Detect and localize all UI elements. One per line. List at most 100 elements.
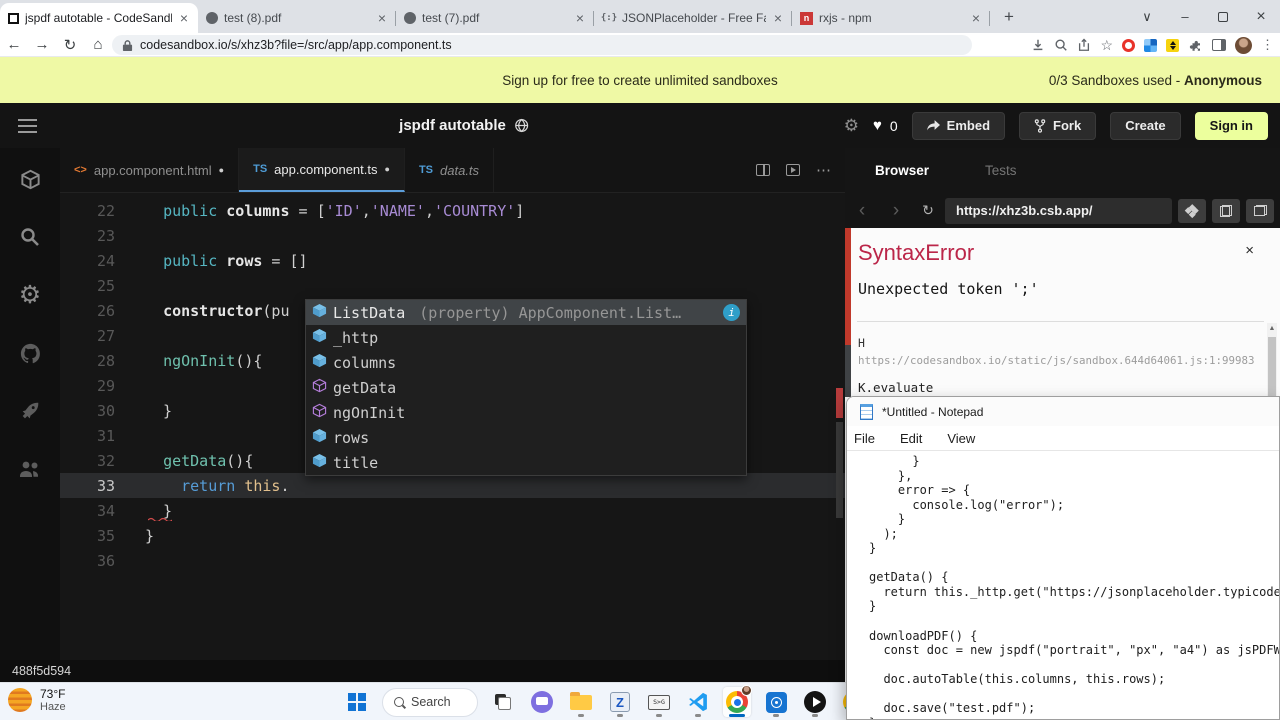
taskbar-search[interactable]: Search	[382, 688, 478, 717]
media-player-app-button[interactable]	[801, 687, 829, 717]
autocomplete-item[interactable]: ngOnInit	[306, 400, 746, 425]
home-icon[interactable]: ⌂	[84, 36, 112, 53]
code-line[interactable]: 25	[60, 273, 845, 298]
blue-tool-app-button[interactable]	[762, 687, 790, 717]
extension-red-icon[interactable]	[1122, 39, 1135, 52]
code-line[interactable]: 33 return this.	[60, 473, 845, 498]
browser-tab[interactable]: test (7).pdf×	[396, 3, 594, 33]
zoom-icon[interactable]	[1054, 38, 1068, 52]
live-collaborate-users-icon[interactable]	[17, 456, 43, 482]
extension-yellow-icon[interactable]	[1166, 39, 1179, 52]
file-explorer-button[interactable]	[567, 687, 595, 717]
editor-tab[interactable]: <>app.component.html●	[60, 148, 239, 192]
editor-more-icon[interactable]: ⋯	[816, 161, 831, 179]
code-line[interactable]: 36	[60, 548, 845, 573]
info-icon[interactable]: i	[723, 304, 740, 321]
open-preview-icon[interactable]	[786, 164, 800, 176]
stack-url[interactable]: https://codesandbox.io/static/js/sandbox…	[858, 354, 1255, 367]
preview-clone-button[interactable]	[1212, 199, 1240, 223]
split-editor-icon[interactable]	[756, 164, 770, 176]
code-line[interactable]: 22 public columns = ['ID','NAME','COUNTR…	[60, 198, 845, 223]
tab-close-icon[interactable]: ×	[574, 11, 586, 25]
browser-menu-icon[interactable]: ⋮	[1261, 37, 1274, 53]
editor-tab[interactable]: TSapp.component.ts●	[239, 148, 405, 192]
code-line[interactable]: 34 }	[60, 498, 845, 523]
reload-icon[interactable]: ↻	[56, 36, 84, 54]
sandbox-explorer-cube-icon[interactable]	[17, 166, 43, 192]
sandbox-title[interactable]: jspdf autotable	[399, 117, 529, 134]
notepad-titlebar[interactable]: *Untitled - Notepad	[847, 397, 1279, 426]
preview-responsive-button[interactable]	[1178, 199, 1206, 223]
bookmark-star-icon[interactable]: ☆	[1100, 37, 1113, 54]
window-minimize-button[interactable]: –	[1166, 0, 1204, 33]
preview-tab-tests[interactable]: Tests	[985, 163, 1017, 178]
preview-forward-icon[interactable]: ›	[879, 200, 913, 222]
autocomplete-item[interactable]: rows	[306, 425, 746, 450]
extensions-puzzle-icon[interactable]	[1188, 38, 1203, 53]
likes[interactable]: ♥0	[873, 117, 898, 134]
start-button[interactable]	[343, 687, 371, 717]
sign-in-button[interactable]: Sign in	[1195, 112, 1268, 140]
browser-tab[interactable]: nrxjs - npm×	[792, 3, 990, 33]
deployment-rocket-icon[interactable]	[17, 398, 43, 424]
embed-button[interactable]: Embed	[912, 112, 1005, 140]
notepad-menu-file[interactable]: File	[854, 431, 875, 446]
settings-gear-icon[interactable]: ⚙	[844, 116, 859, 136]
autocomplete-item[interactable]: ListData(property) AppComponent.List…i	[306, 300, 746, 325]
preview-new-window-button[interactable]	[1246, 199, 1274, 223]
zoomit-app-button[interactable]: Z	[606, 687, 634, 717]
tab-search-chevron-icon[interactable]: ∨	[1128, 0, 1166, 33]
browser-tab[interactable]: test (8).pdf×	[198, 3, 396, 33]
autocomplete-item[interactable]: getData	[306, 375, 746, 400]
tab-close-icon[interactable]: ×	[772, 11, 784, 25]
divider-handle[interactable]	[845, 345, 851, 397]
notepad-menu-view[interactable]: View	[947, 431, 975, 446]
window-close-button[interactable]: ×	[1242, 0, 1280, 33]
browser-tab[interactable]: jspdf autotable - CodeSandbox×	[0, 3, 198, 33]
profile-avatar[interactable]	[1235, 37, 1252, 54]
browser-tab[interactable]: {:}JSONPlaceholder - Free Fake RES×	[594, 3, 792, 33]
share-icon[interactable]	[1077, 38, 1091, 52]
screen-capture-app-button[interactable]: S>G	[645, 687, 673, 717]
back-icon[interactable]: ←	[0, 36, 28, 53]
code-line[interactable]: 24 public rows = []	[60, 248, 845, 273]
fork-button[interactable]: Fork	[1019, 112, 1096, 140]
code-line[interactable]: 23	[60, 223, 845, 248]
configuration-gear-icon[interactable]: ⚙	[17, 282, 43, 308]
side-panel-icon[interactable]	[1212, 39, 1226, 51]
editor-scrollbar-thumb[interactable]	[836, 422, 843, 518]
notepad-text[interactable]: } }, error => { console.log("error"); } …	[869, 454, 1279, 720]
menu-hamburger-icon[interactable]	[18, 119, 37, 133]
notepad-content-area[interactable]: } }, error => { console.log("error"); } …	[847, 451, 1279, 720]
extension-blue-icon[interactable]	[1144, 39, 1157, 52]
tab-close-icon[interactable]: ×	[376, 11, 388, 25]
preview-tab-browser[interactable]: Browser	[875, 163, 929, 178]
chrome-app-button[interactable]	[723, 687, 751, 717]
task-view-button[interactable]	[489, 687, 517, 717]
preview-refresh-icon[interactable]: ↻	[913, 202, 943, 219]
preview-url-field[interactable]: https://xhz3b.csb.app/	[945, 198, 1172, 224]
search-icon[interactable]	[17, 224, 43, 250]
tab-close-icon[interactable]: ×	[970, 11, 982, 25]
github-icon[interactable]	[17, 340, 43, 366]
autocomplete-item[interactable]: _http	[306, 325, 746, 350]
code-line[interactable]: 35}	[60, 523, 845, 548]
create-button[interactable]: Create	[1110, 112, 1180, 140]
error-close-icon[interactable]: ×	[1245, 242, 1254, 259]
editor-tab[interactable]: TSdata.ts	[405, 148, 494, 192]
autocomplete-item[interactable]: title	[306, 450, 746, 475]
chat-app-button[interactable]	[528, 687, 556, 717]
window-maximize-button[interactable]	[1204, 0, 1242, 33]
preview-back-icon[interactable]: ‹	[845, 200, 879, 222]
vscode-app-button[interactable]	[684, 687, 712, 717]
new-tab-button[interactable]: +	[996, 4, 1022, 30]
address-bar[interactable]: codesandbox.io/s/xhz3b?file=/src/app/app…	[112, 35, 972, 55]
scroll-up-icon[interactable]: ▲	[1267, 323, 1277, 332]
notepad-menu-edit[interactable]: Edit	[900, 431, 922, 446]
weather-widget[interactable]: 73°F Haze	[8, 687, 66, 713]
tab-close-icon[interactable]: ×	[178, 11, 190, 25]
forward-icon[interactable]: →	[28, 36, 56, 53]
notepad-window[interactable]: *Untitled - Notepad File Edit View } }, er…	[846, 396, 1280, 720]
autocomplete-item[interactable]: columns	[306, 350, 746, 375]
download-icon[interactable]	[1031, 38, 1045, 52]
